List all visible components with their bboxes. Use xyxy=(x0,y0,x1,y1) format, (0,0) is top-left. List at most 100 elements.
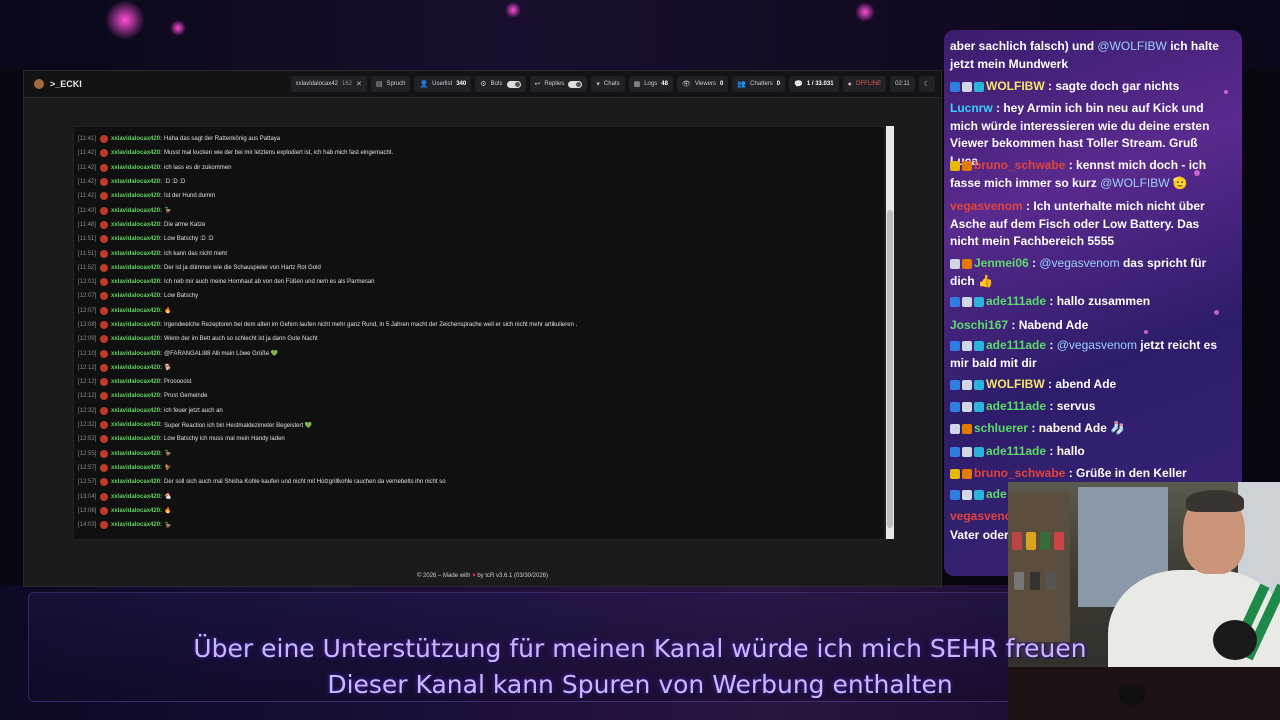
avatar xyxy=(100,335,108,344)
username[interactable]: xxlavidalocax420: xyxy=(111,251,162,257)
username[interactable]: xxlavidalocax420: xyxy=(111,422,162,428)
username[interactable]: xxlavidalocax420: xyxy=(111,193,162,199)
message-text: Irgendwelche Rezeptoren bei dem alten im… xyxy=(164,322,578,328)
overlay-chat-message: vegasvenom : Ich unterhalte mich nicht ü… xyxy=(950,198,1224,251)
blue-badge-icon xyxy=(950,296,960,307)
message-text: Super Reaction ich bin Hestmaldezimeter … xyxy=(164,422,313,429)
chat-log-row: [12:12] xxlavidalocax420: Prost Gemeinde xyxy=(78,389,878,403)
chat-log-row: [11:43] xxlavidalocax420: 🦆 xyxy=(78,203,878,217)
username[interactable]: xxlavidalocax420: xyxy=(111,179,162,185)
bots-label: Bots xyxy=(490,81,503,87)
gray-badge-icon xyxy=(950,423,960,434)
username[interactable]: xxlavidalocax420: xyxy=(111,279,162,285)
chat-log-row: [12:01] xxlavidalocax420: Ich reib mir auc… xyxy=(78,275,878,289)
username[interactable]: xxlavidalocax420: xyxy=(111,308,162,314)
chat-log-row: [11:42] xxlavidalocax420: Musst mal kucken… xyxy=(78,146,878,160)
message-text: Prost Gemeinde xyxy=(164,393,208,400)
blue-badge-icon xyxy=(950,446,960,457)
username[interactable]: xxlavidalocax420: xyxy=(111,136,162,142)
chat-log-row: [13:06] xxlavidalocax420: 🔥 xyxy=(78,504,878,518)
username[interactable]: xxlavidalocax420: xyxy=(111,465,162,471)
sparkle-decoration xyxy=(1214,310,1219,315)
chat-log-row: [11:48] xxlavidalocax420: Die arme Katze xyxy=(78,218,878,232)
bots-toggle[interactable]: ⚙ Bots xyxy=(475,76,526,92)
replies-toggle[interactable]: ↩ Replies xyxy=(529,76,588,92)
avatar xyxy=(100,349,108,358)
overlay-username: ade111ade xyxy=(986,294,1047,308)
avatar xyxy=(100,178,108,187)
avatar xyxy=(100,220,108,229)
username[interactable]: xxlavidalocax420: xyxy=(111,222,162,228)
messages-stat: 💬 1 / 33.031 xyxy=(789,76,839,92)
chat-log-panel[interactable]: [11:41] xxlavidalocax420: Haha das sagt de… xyxy=(73,126,885,540)
bots-switch[interactable] xyxy=(506,80,521,88)
chat-bubble-icon: 💬 xyxy=(794,81,803,88)
gray-badge-icon xyxy=(962,340,972,351)
chat-log-row: [14:03] xxlavidalocax420: 🦆 xyxy=(78,518,878,532)
overlay-message-text: : sagte doch gar nichts xyxy=(1044,79,1180,93)
gray-badge-icon xyxy=(962,379,972,390)
overlay-chat-message: Joschi167 : Nabend Ade xyxy=(950,317,1224,335)
pink-glow xyxy=(855,2,875,22)
logs-button[interactable]: ▦ Logs 48 xyxy=(628,76,673,92)
userlist-label: Userlist xyxy=(432,81,453,87)
username[interactable]: xxlavidalocax420: xyxy=(111,336,162,342)
timestamp: [11:43] xyxy=(78,207,96,214)
orange-badge-icon xyxy=(962,468,972,479)
username[interactable]: xxlavidalocax420: xyxy=(111,150,162,156)
avatar xyxy=(100,449,108,458)
username[interactable]: xxlavidalocax420: xyxy=(111,365,162,371)
viewers-stat: 👁 Viewers 0 xyxy=(676,76,729,92)
gray-badge-icon xyxy=(962,446,972,457)
message-text: Ist der Hund dumm xyxy=(164,193,216,200)
username[interactable]: xxlavidalocax420: xyxy=(111,479,162,485)
username[interactable]: xxlavidalocax420: xyxy=(111,436,162,442)
username[interactable]: xxlavidalocax420: xyxy=(111,508,162,514)
blue-badge-icon xyxy=(950,401,960,412)
overlay-message-text: : abend Ade xyxy=(1044,377,1117,391)
overlay-message-text: : servus xyxy=(1046,399,1096,413)
chat-log-row: [11:52] xxlavidalocax420: Der ist ja dümme… xyxy=(78,261,878,275)
orange-badge-icon xyxy=(962,423,972,434)
app-brand[interactable]: >_ECKI xyxy=(34,79,82,89)
chats-dropdown[interactable]: ▾ Chats xyxy=(591,76,625,92)
username[interactable]: xxlavidalocax420: xyxy=(111,451,162,457)
chatters-count: 0 xyxy=(776,81,781,87)
replies-switch[interactable] xyxy=(568,80,583,88)
replies-label: Replies xyxy=(544,81,565,87)
close-icon[interactable]: ✕ xyxy=(356,80,362,88)
chat-log-scrollbar[interactable] xyxy=(886,126,894,539)
chat-log-row: [12:32] xxlavidalocax420: Super Reaction i… xyxy=(78,418,878,432)
username[interactable]: xxlavidalocax420: xyxy=(111,494,162,500)
chat-log-row: [12:07] xxlavidalocax420: Low Batschy xyxy=(78,289,878,303)
chatters-stat: 👥 Chatters 0 xyxy=(732,76,786,92)
username[interactable]: xxlavidalocax420: xyxy=(111,379,162,385)
userlist-button[interactable]: 👤 Userlist 340 xyxy=(414,76,472,92)
overlay-username: vegasvenom xyxy=(950,199,1023,213)
username[interactable]: xxlavidalocax420: xyxy=(111,208,162,214)
username[interactable]: xxlavidalocax420: xyxy=(111,236,162,242)
username[interactable]: xxlavidalocax420: xyxy=(111,293,162,299)
theme-toggle-button[interactable]: ☾ xyxy=(918,76,935,92)
timestamp: [12:01] xyxy=(78,279,97,286)
user-filter-chip[interactable]: xxlavidalocax42 162 ✕ xyxy=(290,76,367,92)
username[interactable]: xxlavidalocax420: xyxy=(111,522,162,528)
avatar xyxy=(100,206,108,215)
overlay-username: WOLFIBW xyxy=(986,79,1045,93)
spruch-button[interactable]: ▤ Spruch xyxy=(370,76,411,92)
avatar xyxy=(100,292,108,301)
moon-icon: ☾ xyxy=(923,81,930,88)
timestamp: [11:41] xyxy=(78,136,96,143)
chatters-label: Chatters xyxy=(750,81,773,87)
username[interactable]: xxlavidalocax420: xyxy=(111,408,162,414)
username[interactable]: xxlavidalocax420: xyxy=(111,351,162,357)
username[interactable]: xxlavidalocax420: xyxy=(111,322,162,328)
scroll-thumb[interactable] xyxy=(887,210,893,528)
overlay-chat-message: schluerer : nabend Ade 🧦 xyxy=(950,420,1224,438)
avatar xyxy=(100,378,108,387)
username[interactable]: xxlavidalocax420: xyxy=(111,165,162,171)
username[interactable]: xxlavidalocax420: xyxy=(111,265,162,271)
username[interactable]: xxlavidalocax420: xyxy=(111,393,162,399)
message-text: Prooooost xyxy=(164,379,192,386)
chat-log-row: [12:32] xxlavidalocax420: ich feuer jetzt … xyxy=(78,404,878,418)
